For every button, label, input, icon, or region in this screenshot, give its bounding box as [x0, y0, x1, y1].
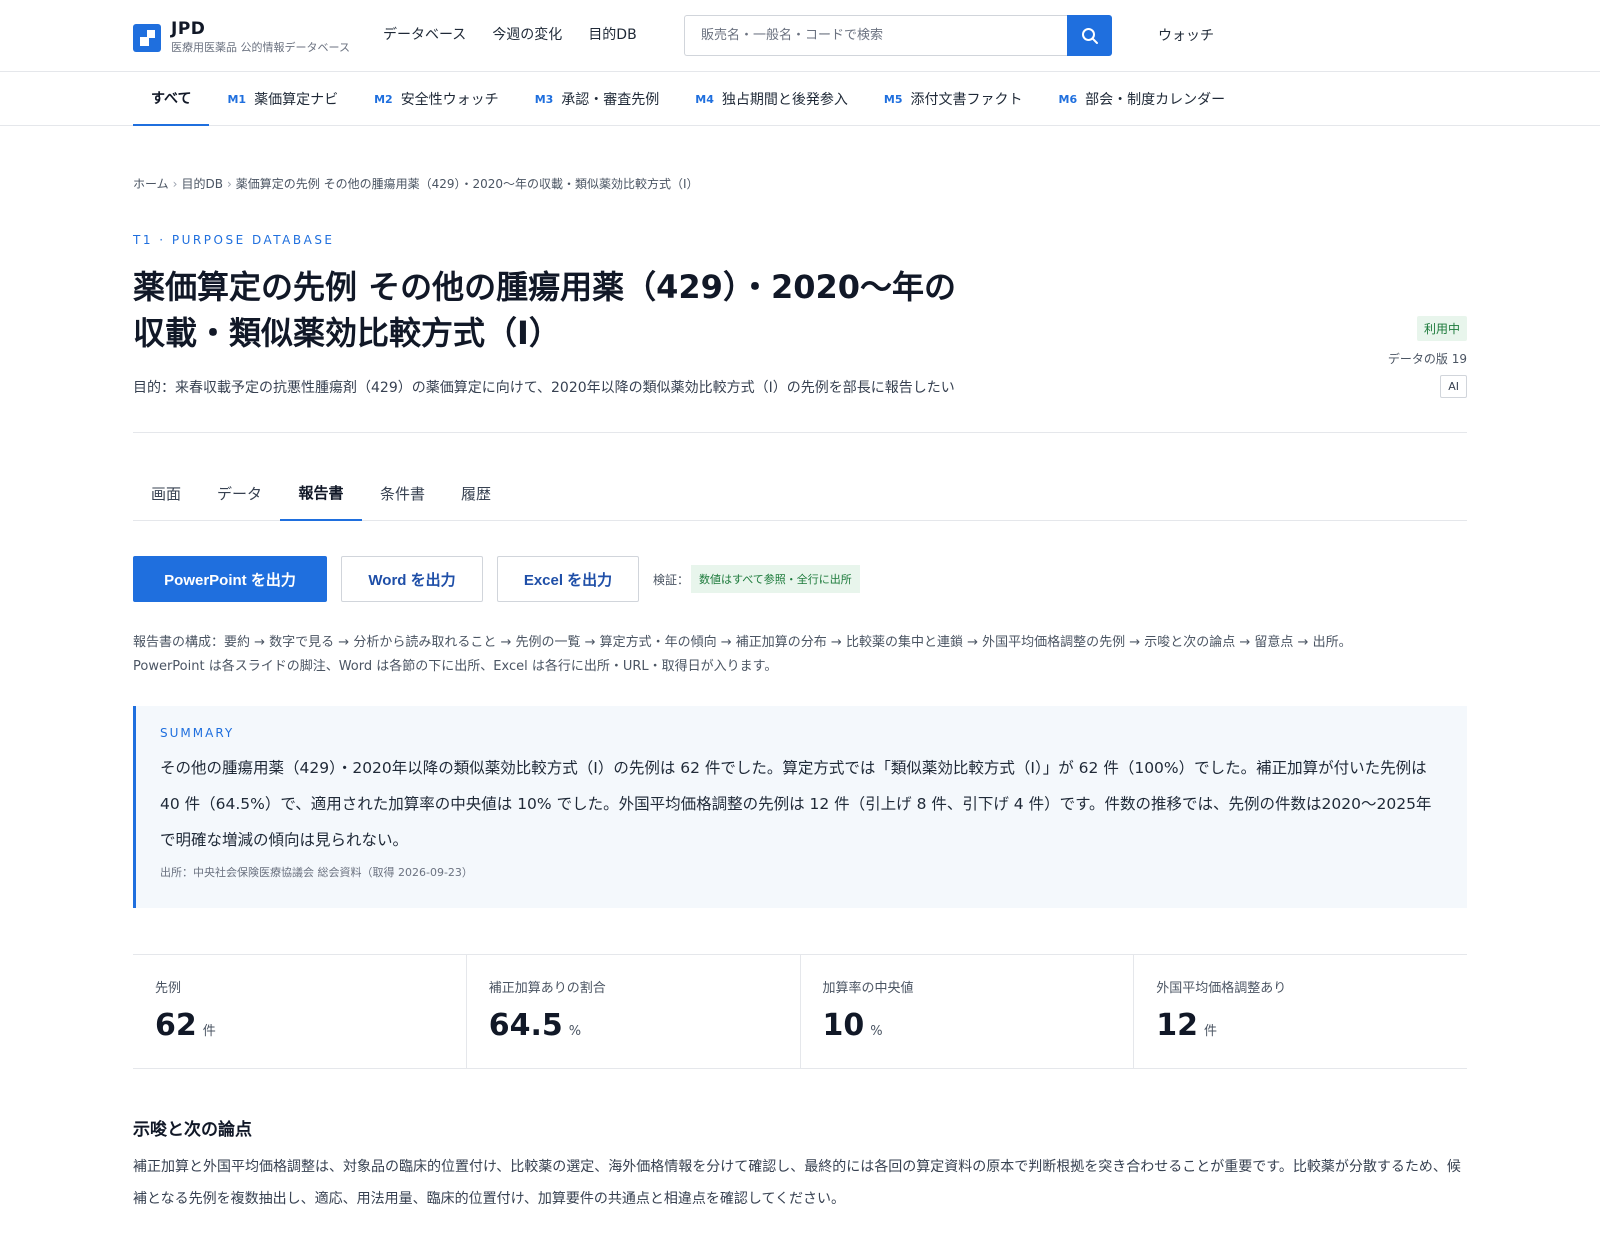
tab-history[interactable]: 履歴 — [443, 465, 509, 521]
module-tab-m5[interactable]: M5 添付文書ファクト — [866, 72, 1041, 126]
stat-label: 補正加算ありの割合 — [488, 981, 606, 996]
brand-logo[interactable]: JPD 医療用医薬品 公的情報データベース — [133, 20, 350, 56]
module-nav: すべて M1 薬価算定ナビ M2 安全性ウォッチ M3 承認・審査先例 M4 独… — [0, 72, 1600, 126]
watch-link[interactable]: ウォッチ — [1158, 25, 1214, 45]
summary-text: その他の腫瘍用薬（429）・2020年以降の類似薬効比較方式（I）の先例は 62… — [160, 759, 1432, 849]
summary-source: 出所：中央社会保険医療協議会 総会資料（取得 2026-09-23） — [160, 866, 473, 879]
stat-label: 先例 — [155, 981, 182, 996]
module-label: 承認・審査先例 — [561, 92, 660, 108]
data-version: データの版 19 — [1387, 352, 1467, 366]
export-excel-button[interactable]: Excel を出力 — [497, 556, 639, 602]
view-tabs: 画面 データ 報告書 条件書 履歴 — [133, 465, 1467, 521]
breadcrumb-separator: › — [226, 177, 232, 191]
page-eyebrow: T1 · PURPOSE DATABASE — [133, 233, 335, 247]
breadcrumb-current: 薬価算定の先例 その他の腫瘍用薬（429）・2020〜年の収載・類似薬効比較方式… — [235, 177, 699, 191]
ai-badge[interactable]: AI — [1440, 375, 1467, 398]
module-label: 安全性ウォッチ — [400, 92, 499, 108]
module-code: M6 — [1058, 92, 1078, 106]
export-word-button[interactable]: Word を出力 — [341, 556, 483, 602]
module-code: M4 — [695, 92, 714, 106]
search-button[interactable] — [1067, 15, 1112, 56]
implications-heading: 示唆と次の論点 — [133, 1120, 252, 1140]
module-code: M1 — [227, 92, 247, 106]
breadcrumb-home[interactable]: ホーム — [133, 177, 169, 191]
implications-body: 補正加算と外国平均価格調整は、対象品の臨床的位置付け、比較薬の選定、海外価格情報… — [133, 1159, 1461, 1207]
tab-conditions[interactable]: 条件書 — [362, 465, 443, 521]
summary-label: SUMMARY — [160, 726, 235, 740]
nav-weekly-changes[interactable]: 今週の変化 — [492, 24, 562, 44]
tab-report[interactable]: 報告書 — [280, 465, 363, 521]
page-purpose: 目的：来春収載予定の抗悪性腫瘍剤（429）の薬価算定に向けて、2020年以降の類… — [133, 380, 955, 396]
module-code: M2 — [374, 92, 393, 106]
stat-unit: 件 — [1204, 1024, 1218, 1039]
search-input[interactable] — [684, 15, 1067, 56]
report-structure: 報告書の構成：要約 → 数字で見る → 分析から読み取れること → 先例の一覧 … — [133, 631, 1473, 679]
module-tab-m3[interactable]: M3 承認・審査先例 — [517, 72, 678, 126]
stat-unit: 件 — [202, 1024, 216, 1039]
module-label: 添付文書ファクト — [910, 92, 1023, 108]
module-code: M5 — [883, 92, 903, 106]
stat-value: 64.5 — [488, 1008, 563, 1043]
search-box — [684, 15, 1112, 56]
report-structure-note: PowerPoint は各スライドの脚注、Word は各節の下に出所、Excel… — [133, 659, 778, 674]
module-label: 部会・制度カレンダー — [1085, 92, 1226, 108]
breadcrumb-separator: › — [172, 177, 178, 191]
stat-value: 62 — [155, 1008, 197, 1043]
module-tab-m4[interactable]: M4 独占期間と後発参入 — [677, 72, 866, 126]
module-code: M3 — [534, 92, 554, 106]
stat-label: 加算率の中央値 — [822, 981, 914, 996]
page-title: 薬価算定の先例 その他の腫瘍用薬（429）・2020〜年の収載・類似薬効比較方式… — [133, 268, 957, 352]
stat-card: 補正加算ありの割合 64.5 % — [467, 955, 801, 1068]
summary-box: SUMMARY その他の腫瘍用薬（429）・2020年以降の類似薬効比較方式（I… — [133, 706, 1467, 908]
stat-value: 10 — [822, 1008, 865, 1043]
tab-screen[interactable]: 画面 — [133, 465, 199, 521]
module-label: すべて — [151, 91, 192, 107]
stat-label: 外国平均価格調整あり — [1156, 981, 1287, 996]
verify-badge: 数値はすべて参照・全行に出所 — [691, 565, 860, 593]
module-tab-m2[interactable]: M2 安全性ウォッチ — [356, 72, 517, 126]
module-label: 薬価算定ナビ — [254, 92, 339, 108]
module-tab-all[interactable]: すべて — [133, 72, 210, 126]
stat-card: 先例 62 件 — [133, 955, 467, 1068]
breadcrumb: ホーム › 目的DB › 薬価算定の先例 その他の腫瘍用薬（429）・2020〜年の収載… — [133, 175, 699, 192]
status-badge: 利用中 — [1416, 316, 1467, 341]
stat-value: 12 — [1156, 1008, 1198, 1043]
top-nav: データベース 今週の変化 目的DB — [383, 24, 637, 44]
top-header: JPD 医療用医薬品 公的情報データベース データベース 今週の変化 目的DB … — [0, 0, 1600, 72]
tab-data[interactable]: データ — [199, 465, 280, 521]
export-actions: PowerPoint を出力 Word を出力 Excel を出力 検証： 数値… — [133, 556, 860, 602]
stat-card: 加算率の中央値 10 % — [801, 955, 1135, 1068]
stat-unit: % — [568, 1024, 582, 1039]
verify-label: 検証： — [653, 572, 690, 587]
breadcrumb-purpose-db[interactable]: 目的DB — [181, 177, 222, 191]
module-tab-m1[interactable]: M1 薬価算定ナビ — [209, 72, 356, 126]
module-tab-m6[interactable]: M6 部会・制度カレンダー — [1041, 72, 1244, 126]
module-label: 独占期間と後発参入 — [721, 92, 848, 108]
stats-row: 先例 62 件 補正加算ありの割合 64.5 % 加算率の中央値 10 % 外国… — [133, 954, 1467, 1069]
nav-database[interactable]: データベース — [383, 24, 466, 44]
stat-card: 外国平均価格調整あり 12 件 — [1134, 955, 1467, 1068]
brand-name: JPD — [171, 19, 206, 39]
logo-icon — [133, 24, 161, 52]
header-divider — [133, 432, 1467, 433]
report-structure-line: 報告書の構成：要約 → 数字で見る → 分析から読み取れること → 先例の一覧 … — [133, 635, 1352, 650]
export-powerpoint-button[interactable]: PowerPoint を出力 — [133, 556, 327, 602]
brand-subtitle: 医療用医薬品 公的情報データベース — [171, 41, 350, 54]
search-icon — [1081, 27, 1098, 44]
nav-purpose-db[interactable]: 目的DB — [588, 24, 636, 44]
stat-unit: % — [870, 1024, 883, 1039]
